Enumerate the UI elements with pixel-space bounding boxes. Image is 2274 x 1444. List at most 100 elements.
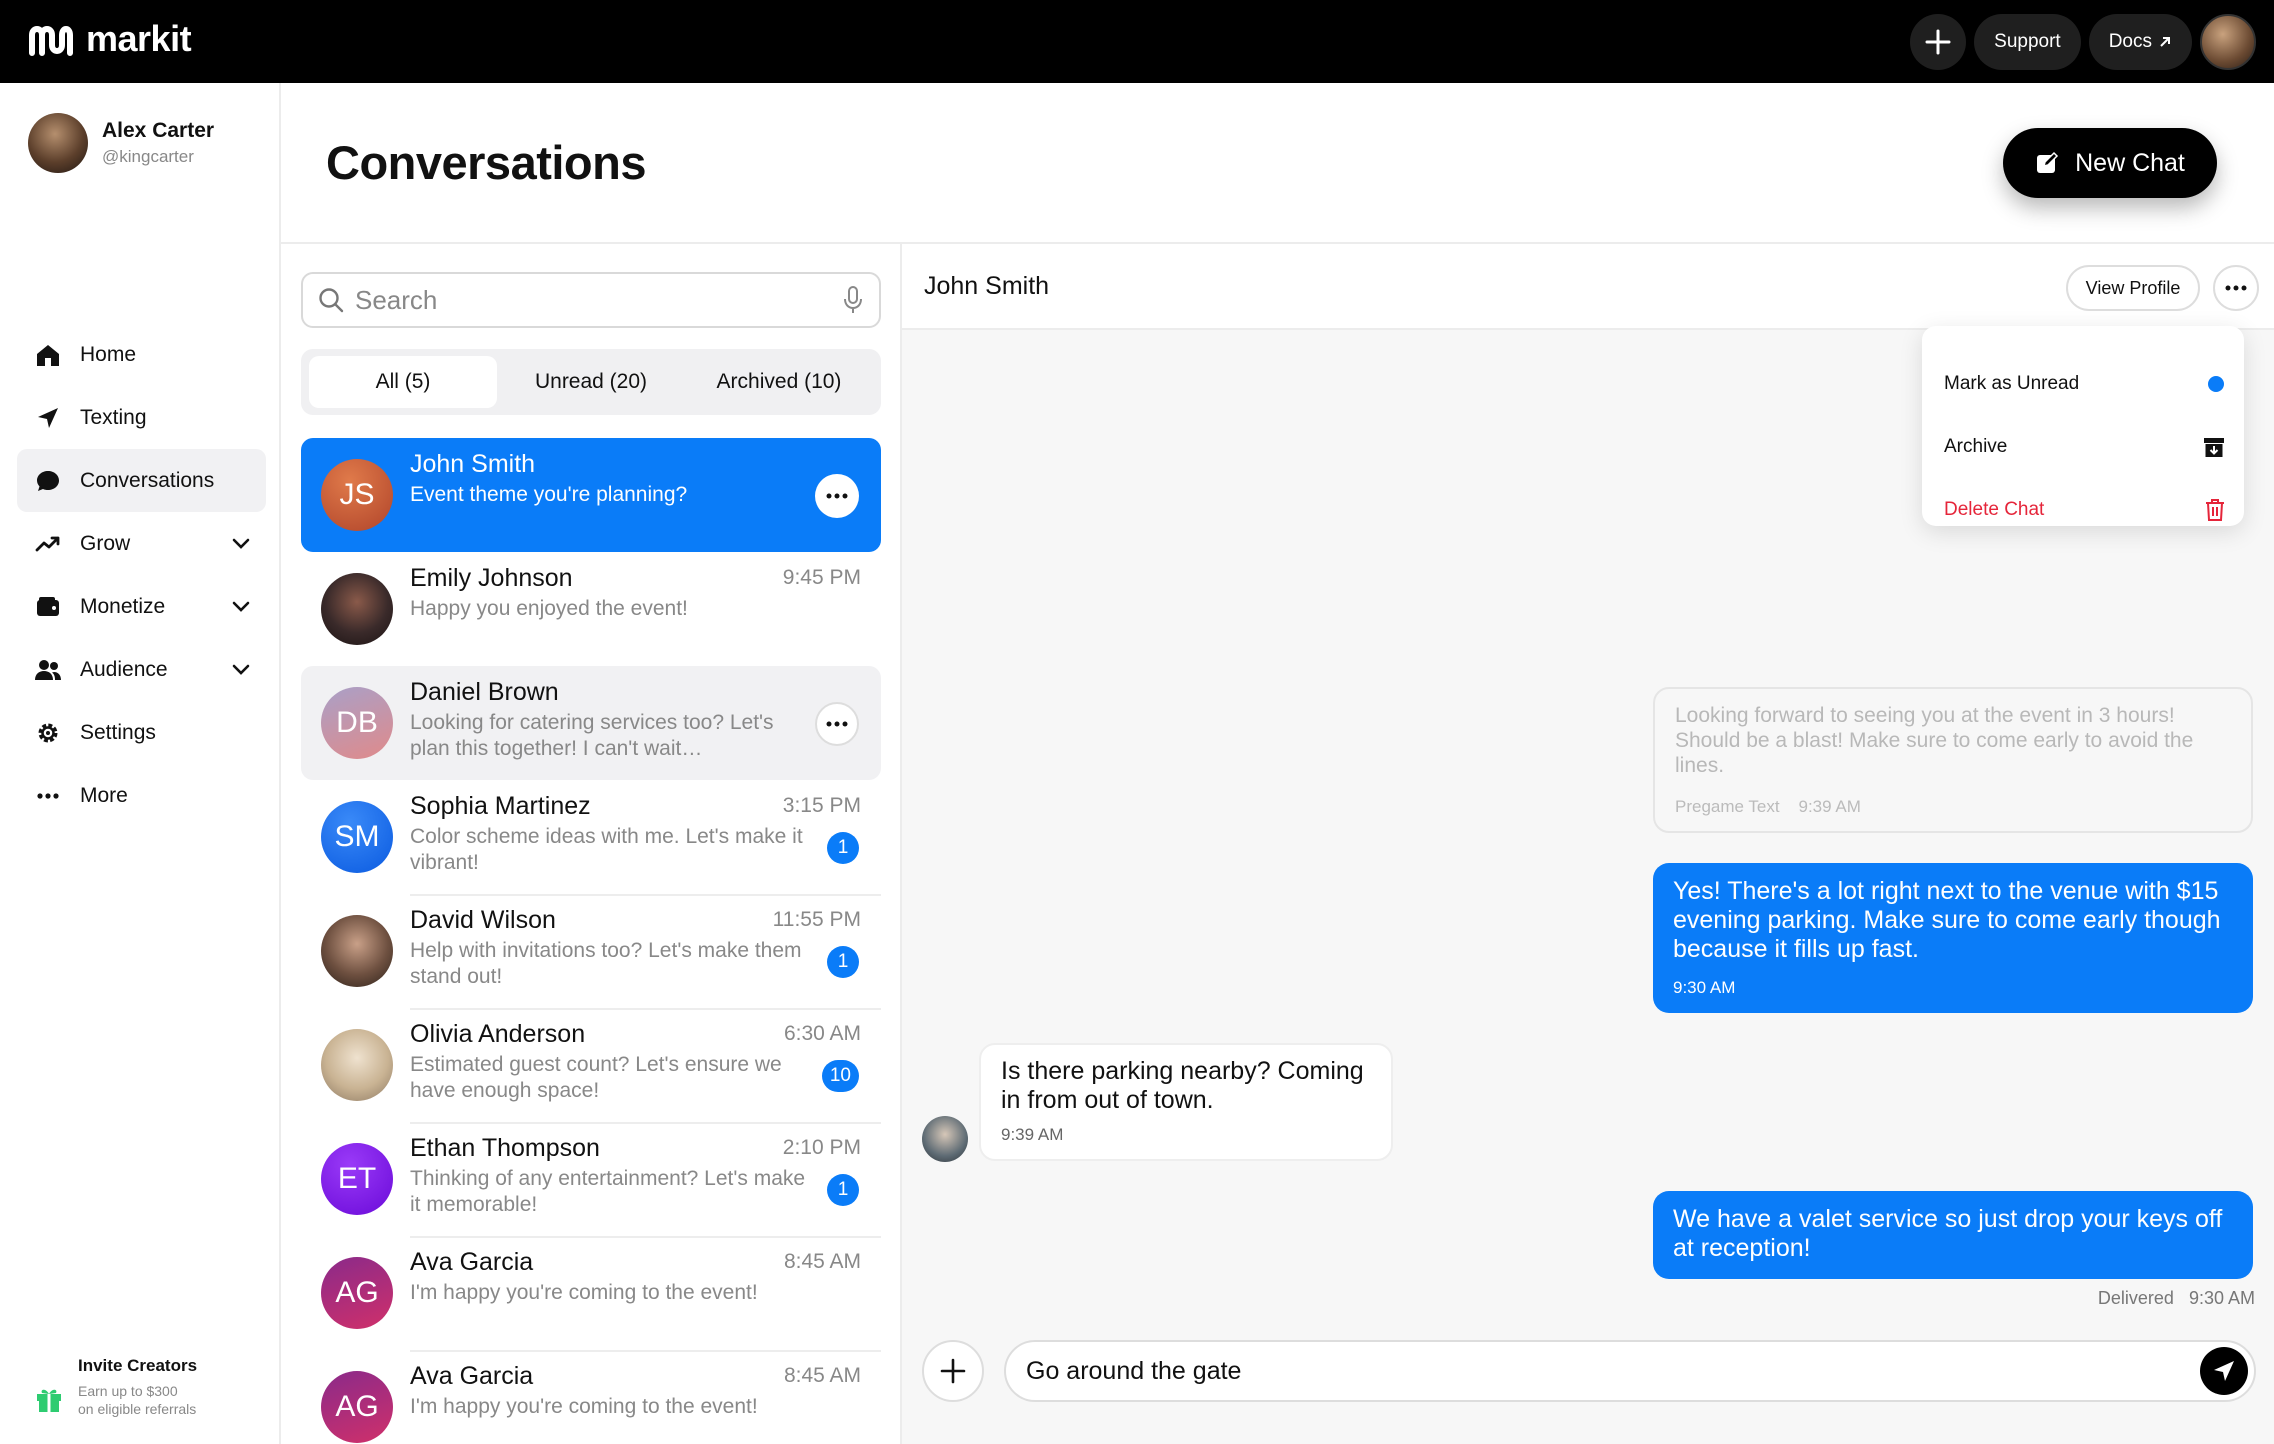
sidebar-item-label: Monetize xyxy=(80,594,166,618)
outgoing-message-bubble[interactable]: Yes! There's a lot right next to the ven… xyxy=(1653,863,2253,1013)
gift-icon xyxy=(37,1389,61,1412)
user-handle: @kingcarter xyxy=(102,147,194,166)
view-profile-button[interactable]: View Profile xyxy=(2066,265,2200,311)
avatar[interactable] xyxy=(922,1116,968,1162)
unread-badge: 1 xyxy=(827,832,859,864)
unread-dot-icon xyxy=(2208,376,2224,392)
chat-bubble-icon xyxy=(34,467,62,495)
avatar: SM xyxy=(321,801,393,873)
microphone-icon[interactable] xyxy=(841,285,865,315)
scheduled-message-bubble[interactable]: Looking forward to seeing you at the eve… xyxy=(1653,687,2253,833)
message-text: Yes! There's a lot right next to the ven… xyxy=(1673,877,2221,963)
app-logo[interactable]: markit xyxy=(28,18,192,60)
docs-button[interactable]: Docs xyxy=(2088,14,2192,70)
menu-item-archive[interactable]: Archive xyxy=(1944,427,2226,467)
message-time: 8:45 AM xyxy=(783,1250,861,1273)
sidebar: Alex Carter @kingcarter Home Texting Con… xyxy=(0,83,281,1444)
list-item[interactable]: SM Sophia Martinez 3:15 PM Color scheme … xyxy=(301,780,881,894)
message-time: 9:39 AM xyxy=(1798,797,1861,816)
user-name: Alex Carter xyxy=(102,119,215,142)
invite-subtitle-line: on eligible referrals xyxy=(78,1401,197,1417)
message-preview: Looking for catering services too? Let's… xyxy=(410,711,774,760)
conversation-filter-tabs: All (5) Unread (20) Archived (10) xyxy=(301,349,881,415)
create-button[interactable] xyxy=(1910,14,1967,70)
search-input[interactable] xyxy=(355,284,841,316)
outgoing-message-bubble[interactable]: We have a valet service so just drop you… xyxy=(1653,1191,2253,1279)
list-item[interactable]: David Wilson 11:55 PM Help with invitati… xyxy=(301,894,881,1008)
plus-icon xyxy=(1925,29,1951,55)
more-dots-icon xyxy=(2225,285,2247,291)
list-item[interactable]: Olivia Anderson 6:30 AM Estimated guest … xyxy=(301,1008,881,1122)
sidebar-item-label: Settings xyxy=(80,720,156,744)
conversation-more-button[interactable] xyxy=(815,702,859,746)
list-item[interactable]: Emily Johnson 9:45 PM Happy you enjoyed … xyxy=(301,552,881,666)
chat-pane: John Smith View Profile Mark as Unread A… xyxy=(902,244,2274,1444)
new-chat-button[interactable]: New Chat xyxy=(2003,128,2217,198)
more-dots-icon xyxy=(826,721,848,727)
list-item[interactable]: ET Ethan Thompson 2:10 PM Thinking of an… xyxy=(301,1122,881,1236)
sidebar-item-monetize[interactable]: Monetize xyxy=(17,575,266,638)
top-bar: markit Support Docs xyxy=(0,0,2274,83)
message-preview: Event theme you're planning? xyxy=(410,483,688,506)
send-button[interactable] xyxy=(2200,1347,2248,1395)
unread-badge: 10 xyxy=(821,1060,859,1092)
chat-more-button[interactable] xyxy=(2213,265,2259,311)
account-avatar[interactable] xyxy=(2200,14,2256,70)
invite-creators[interactable]: Invite Creators Earn up to $300 on eligi… xyxy=(34,1356,197,1418)
docs-label: Docs xyxy=(2108,31,2152,52)
tab-all[interactable]: All (5) xyxy=(309,356,497,408)
sidebar-item-more[interactable]: More xyxy=(17,764,266,827)
list-item[interactable]: JS John Smith Event theme you're plannin… xyxy=(301,438,881,552)
message-label: Pregame Text xyxy=(1675,797,1780,816)
invite-title: Invite Creators xyxy=(78,1356,198,1375)
sidebar-item-grow[interactable]: Grow xyxy=(17,512,266,575)
incoming-message-bubble[interactable]: Is there parking nearby? Coming in from … xyxy=(979,1043,1393,1161)
message-input[interactable] xyxy=(1026,1356,2200,1386)
avatar xyxy=(321,1029,393,1101)
trending-up-icon xyxy=(34,530,62,558)
tab-archived[interactable]: Archived (10) xyxy=(685,356,873,408)
sidebar-item-audience[interactable]: Audience xyxy=(17,638,266,701)
message-preview: Thinking of any entertainment? Let's mak… xyxy=(410,1167,806,1216)
avatar xyxy=(321,915,393,987)
conversation-list: JS John Smith Event theme you're plannin… xyxy=(301,438,881,1444)
avatar xyxy=(321,573,393,645)
support-button[interactable]: Support xyxy=(1974,14,2081,70)
delivery-label: Delivered xyxy=(2097,1288,2174,1308)
message-time: 9:45 PM xyxy=(782,566,861,589)
message-text: Is there parking nearby? Coming in from … xyxy=(1001,1057,1364,1114)
home-icon xyxy=(34,341,62,369)
tab-unread[interactable]: Unread (20) xyxy=(497,356,685,408)
list-item[interactable]: AG Ava Garcia 8:45 AM I'm happy you're c… xyxy=(301,1350,881,1444)
menu-item-mark-unread[interactable]: Mark as Unread xyxy=(1944,364,2226,404)
avatar: AG xyxy=(321,1371,393,1443)
sidebar-item-home[interactable]: Home xyxy=(17,323,266,386)
conversation-more-button[interactable] xyxy=(815,474,859,518)
chat-options-menu: Mark as Unread Archive Delete Chat xyxy=(1922,326,2244,526)
user-profile[interactable]: Alex Carter @kingcarter xyxy=(28,113,214,173)
gear-icon xyxy=(34,719,62,747)
attach-button[interactable] xyxy=(922,1340,984,1402)
chevron-down-icon[interactable] xyxy=(230,658,252,680)
trash-icon xyxy=(2206,499,2224,521)
more-dots-icon xyxy=(826,493,848,499)
sidebar-item-texting[interactable]: Texting xyxy=(17,386,266,449)
more-dots-icon xyxy=(34,782,62,810)
avatar xyxy=(28,113,88,173)
sidebar-item-settings[interactable]: Settings xyxy=(17,701,266,764)
sidebar-item-label: Grow xyxy=(80,531,131,555)
search-box[interactable] xyxy=(301,272,881,328)
menu-item-label: Archive xyxy=(1944,436,2008,457)
conversation-list-pane: All (5) Unread (20) Archived (10) JS Joh… xyxy=(281,244,902,1444)
list-item[interactable]: AG Ava Garcia 8:45 AM I'm happy you're c… xyxy=(301,1236,881,1350)
sidebar-item-conversations[interactable]: Conversations xyxy=(17,449,266,512)
menu-item-label: Delete Chat xyxy=(1944,499,2045,520)
message-preview: I'm happy you're coming to the event! xyxy=(410,1395,758,1418)
chevron-down-icon[interactable] xyxy=(230,532,252,554)
message-text: We have a valet service so just drop you… xyxy=(1673,1205,2223,1262)
chevron-down-icon[interactable] xyxy=(230,595,252,617)
menu-item-delete-chat[interactable]: Delete Chat xyxy=(1944,490,2226,530)
contact-name: Emily Johnson xyxy=(410,564,573,592)
list-item[interactable]: DB Daniel Brown Looking for catering ser… xyxy=(301,666,881,780)
support-label: Support xyxy=(1994,31,2061,52)
